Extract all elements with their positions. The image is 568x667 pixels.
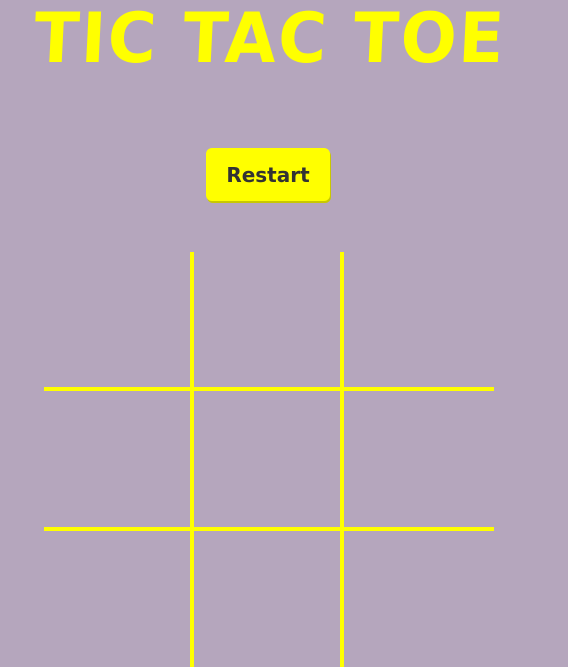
board-cell-7[interactable] xyxy=(44,532,190,667)
grid-line-vertical-2 xyxy=(340,252,344,667)
board-cell-5[interactable] xyxy=(194,392,340,528)
game-page: TIC TAC TOE Restart xyxy=(0,0,568,667)
board-cell-9[interactable] xyxy=(344,532,494,667)
board-cell-4[interactable] xyxy=(44,392,190,528)
grid-line-vertical-1 xyxy=(190,252,194,667)
grid-line-horizontal-1 xyxy=(44,387,494,391)
game-board xyxy=(44,252,494,667)
board-cell-1[interactable] xyxy=(44,252,190,388)
restart-button[interactable]: Restart xyxy=(206,148,330,201)
board-cell-2[interactable] xyxy=(194,252,340,388)
board-cell-6[interactable] xyxy=(344,392,494,528)
grid-line-horizontal-2 xyxy=(44,527,494,531)
board-cell-8[interactable] xyxy=(194,532,340,667)
board-cell-3[interactable] xyxy=(344,252,494,388)
game-title: TIC TAC TOE xyxy=(32,0,508,79)
